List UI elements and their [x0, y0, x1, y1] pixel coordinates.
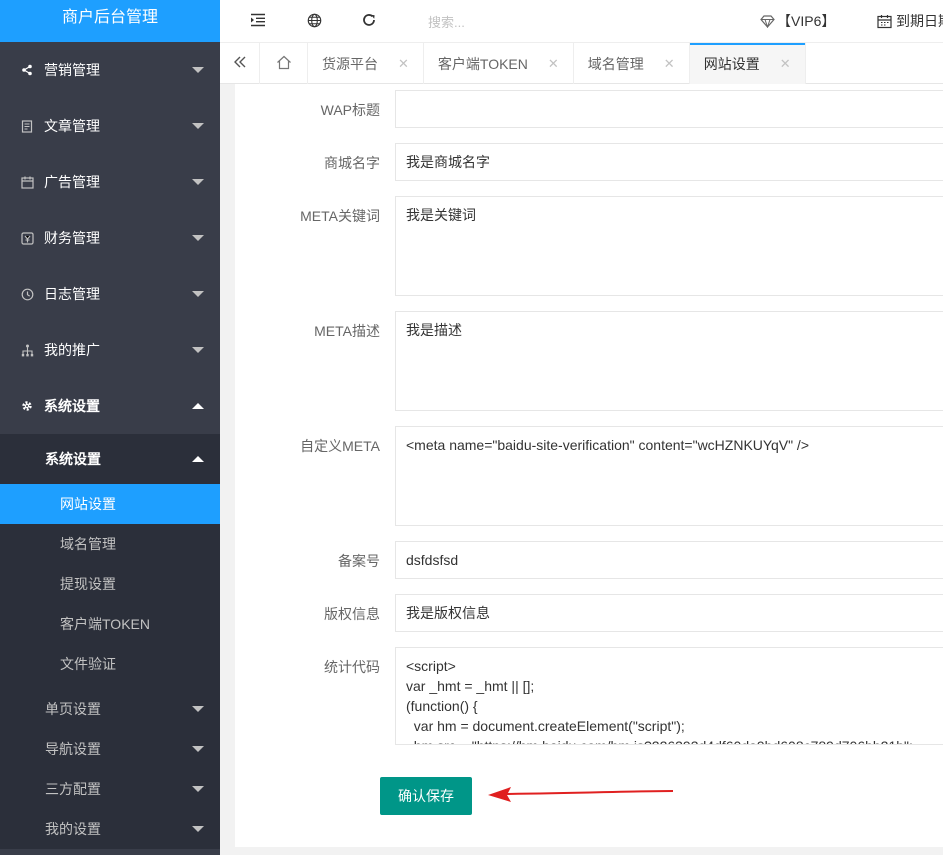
- sidebar-subgroup: 系统设置 网站设置 域名管理 提现设置 客户端TOKEN 文件验证: [0, 434, 220, 684]
- close-icon[interactable]: ✕: [548, 56, 559, 72]
- tab-website-settings[interactable]: 网站设置 ✕: [689, 43, 806, 84]
- sidebar-item-ads[interactable]: 广告管理: [0, 154, 220, 210]
- double-chevron-left-icon: [233, 55, 247, 72]
- chevron-down-icon: [192, 235, 204, 241]
- custom-meta-textarea[interactable]: <meta name="baidu-site-verification" con…: [395, 426, 943, 526]
- tab-bar: 货源平台 ✕ 客户端TOKEN ✕ 域名管理 ✕ 网站设置 ✕: [220, 42, 943, 84]
- sidebar-subitem-website-settings[interactable]: 网站设置: [0, 484, 220, 524]
- sidebar-item-label: 文章管理: [44, 118, 100, 134]
- sidebar: 商户后台管理 营销管理 文章管理 广告管理 财务管理 日志管理 我的推广 系统设…: [0, 0, 220, 855]
- tab-label: 网站设置: [703, 55, 760, 72]
- close-icon[interactable]: ✕: [664, 56, 675, 72]
- sidebar-subgroup-system-settings[interactable]: 系统设置: [0, 434, 220, 484]
- chevron-up-icon: [192, 403, 204, 409]
- sidebar-subitem-withdraw[interactable]: 提现设置: [0, 564, 220, 604]
- chevron-down-icon: [192, 706, 204, 712]
- clock-icon: [20, 287, 34, 301]
- chevron-down-icon: [192, 786, 204, 792]
- chevron-up-icon: [192, 456, 204, 462]
- sidebar-item-label: 三方配置: [45, 781, 101, 797]
- sidebar-subgroup-label: 系统设置: [45, 451, 101, 467]
- chevron-down-icon: [192, 347, 204, 353]
- sidebar-item-label: 广告管理: [44, 174, 100, 190]
- sidebar-item-label: 日志管理: [44, 286, 100, 302]
- sidebar-item-label: 单页设置: [45, 701, 101, 717]
- close-icon[interactable]: ✕: [398, 56, 409, 72]
- globe-icon[interactable]: [305, 11, 323, 29]
- sidebar-subitem-domain[interactable]: 域名管理: [0, 524, 220, 564]
- chevron-down-icon: [192, 179, 204, 185]
- expire-date-label: 到期日期: [896, 13, 943, 29]
- icp-label: 备案号: [338, 553, 380, 569]
- copyright-input[interactable]: 我是版权信息: [395, 594, 943, 632]
- top-header: 搜索... 【VIP6】 到期日期: [220, 0, 943, 42]
- vip-level: 【VIP6】: [777, 13, 836, 29]
- close-icon[interactable]: ✕: [780, 56, 791, 72]
- sidebar-item-label: 我的设置: [45, 821, 101, 837]
- shop-name-label: 商城名字: [324, 155, 380, 171]
- sidebar-subitem-client-token[interactable]: 客户端TOKEN: [0, 604, 220, 644]
- tab-client-token[interactable]: 客户端TOKEN ✕: [424, 43, 574, 84]
- tree-icon: [20, 343, 34, 357]
- chevron-down-icon: [192, 67, 204, 73]
- app-logo: 商户后台管理: [0, 0, 220, 42]
- custom-meta-label: 自定义META: [300, 438, 380, 454]
- sidebar-item-label: 财务管理: [44, 230, 100, 246]
- sidebar-item-articles[interactable]: 文章管理: [0, 98, 220, 154]
- meta-desc-label: META描述: [314, 323, 380, 339]
- copyright-label: 版权信息: [324, 606, 380, 622]
- stats-code-textarea[interactable]: <script> var _hmt = _hmt || []; (functio…: [395, 647, 943, 745]
- tab-scroll-left-button[interactable]: [220, 43, 260, 84]
- finance-icon: [20, 231, 34, 245]
- tab-home[interactable]: [260, 43, 308, 84]
- home-icon: [276, 55, 292, 73]
- diamond-icon: [760, 14, 775, 28]
- tab-label: 客户端TOKEN: [437, 55, 528, 72]
- calendar-icon: [877, 14, 892, 29]
- sidebar-subitem-file-verify[interactable]: 文件验证: [0, 644, 220, 684]
- chevron-down-icon: [192, 291, 204, 297]
- sidebar-item-finance[interactable]: 财务管理: [0, 210, 220, 266]
- sidebar-item-promotion[interactable]: 我的推广: [0, 322, 220, 378]
- sidebar-item-marketing[interactable]: 营销管理: [0, 42, 220, 98]
- document-icon: [20, 119, 34, 133]
- sidebar-item-label: 营销管理: [44, 62, 100, 78]
- wap-title-input[interactable]: [395, 90, 943, 128]
- sidebar-item-my-settings[interactable]: 我的设置: [0, 809, 220, 849]
- wap-title-label: WAP标题: [320, 102, 380, 118]
- menu-toggle-icon[interactable]: [249, 11, 267, 29]
- annotation-arrow-icon: [488, 787, 674, 802]
- icp-input[interactable]: dsfdsfsd: [395, 541, 943, 579]
- sidebar-item-label: 系统设置: [44, 398, 100, 414]
- settings-form: WAP标题 商城名字 我是商城名字 META关键词 我是关键词 META描述 我…: [235, 84, 943, 847]
- sidebar-item-label: 我的推广: [44, 342, 100, 358]
- save-button[interactable]: 确认保存: [380, 777, 472, 815]
- sidebar-item-nav-settings[interactable]: 导航设置: [0, 729, 220, 769]
- sidebar-item-label: 导航设置: [45, 741, 101, 757]
- search-input[interactable]: 搜索...: [428, 12, 465, 31]
- share-icon: [20, 63, 34, 77]
- tab-domain-management[interactable]: 域名管理 ✕: [574, 43, 690, 84]
- sidebar-item-logs[interactable]: 日志管理: [0, 266, 220, 322]
- sidebar-item-third-party[interactable]: 三方配置: [0, 769, 220, 809]
- stats-label: 统计代码: [324, 659, 380, 675]
- tab-label: 域名管理: [587, 55, 644, 72]
- tab-supply-platform[interactable]: 货源平台 ✕: [308, 43, 424, 84]
- expire-date: 到期日期: [877, 11, 943, 31]
- calendar-icon: [20, 175, 34, 189]
- shop-name-input[interactable]: 我是商城名字: [395, 143, 943, 181]
- chevron-down-icon: [192, 123, 204, 129]
- sidebar-item-system-settings[interactable]: 系统设置: [0, 378, 220, 434]
- tab-label: 货源平台: [322, 55, 378, 72]
- chevron-down-icon: [192, 746, 204, 752]
- sidebar-item-page-settings[interactable]: 单页设置: [0, 689, 220, 729]
- meta-keywords-label: META关键词: [300, 208, 380, 224]
- vip-badge: 【VIP6】: [760, 11, 835, 31]
- refresh-icon[interactable]: [360, 11, 378, 29]
- meta-keywords-textarea[interactable]: 我是关键词: [395, 196, 943, 296]
- meta-desc-textarea[interactable]: 我是描述: [395, 311, 943, 411]
- chevron-down-icon: [192, 826, 204, 832]
- gear-icon: [20, 399, 34, 413]
